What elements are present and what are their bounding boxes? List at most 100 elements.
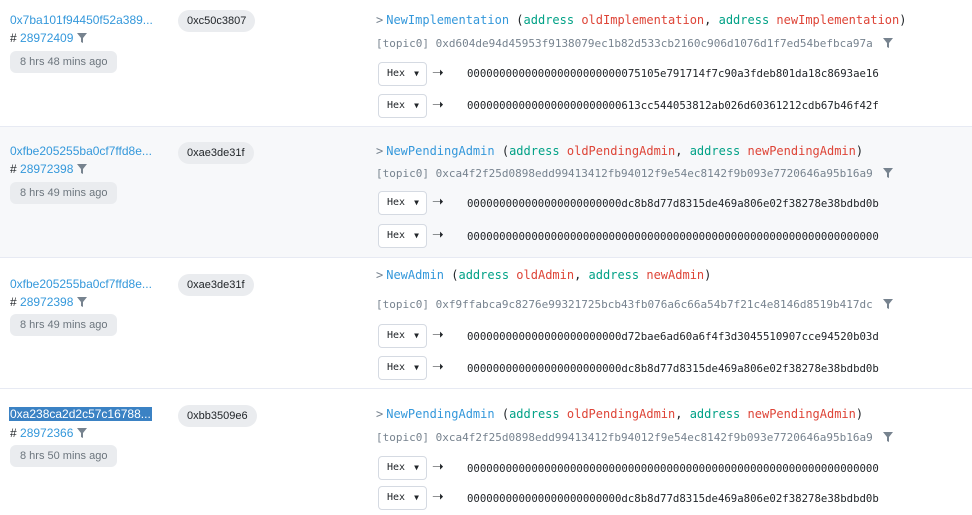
param-type: address xyxy=(718,13,770,27)
format-label: Hex xyxy=(387,462,406,473)
param-type: address xyxy=(523,13,575,27)
block-link[interactable]: 28972398 xyxy=(20,162,73,176)
age-badge: 8 hrs 49 mins ago xyxy=(10,182,118,204)
filter-icon[interactable] xyxy=(883,168,894,178)
format-label: Hex xyxy=(387,362,406,373)
block-link[interactable]: 28972366 xyxy=(20,426,73,440)
format-label: Hex xyxy=(387,230,406,241)
block-prefix: # xyxy=(10,162,21,176)
block-link[interactable]: 28972409 xyxy=(20,31,73,45)
chevron-down-icon: ▼ xyxy=(414,198,419,207)
filter-icon[interactable] xyxy=(883,38,894,48)
data-value: 000000000000000000000000dc8b8d77d8315de4… xyxy=(467,197,879,210)
event-name: NewPendingAdmin xyxy=(386,144,495,158)
topic-hash: 0xca4f2f25d0898edd99413412fb94012f9e54ec… xyxy=(435,167,873,180)
data-value: 000000000000000000000000d72bae6ad60a6f4f… xyxy=(467,330,879,343)
filter-icon[interactable] xyxy=(883,432,894,442)
param-name: oldPendingAdmin xyxy=(566,407,676,421)
log-entry: 0xa238ca2d2c57c16788... # 28972366 8 hrs… xyxy=(0,389,972,515)
log-entry: 0xfbe205255ba0cf7ffd8e... # 28972398 8 h… xyxy=(0,127,972,258)
tx-hash-link[interactable]: 0xa238ca2d2c57c16788... xyxy=(9,407,152,421)
method-badge: 0xae3de31f xyxy=(178,274,254,296)
age-badge: 8 hrs 49 mins ago xyxy=(10,314,118,336)
param-name: newAdmin xyxy=(646,268,705,282)
data-value: 0000000000000000000000000000000000000000… xyxy=(467,462,879,475)
format-select[interactable]: Hex ▼ xyxy=(378,191,427,215)
format-select[interactable]: Hex ▼ xyxy=(378,224,427,248)
chevron-down-icon: ▼ xyxy=(414,231,419,240)
event-name: NewImplementation xyxy=(386,13,510,27)
param-name: newPendingAdmin xyxy=(747,407,856,421)
event-signature: > NewAdmin (address oldAdmin, address new… xyxy=(376,268,712,282)
data-value: 000000000000000000000000613cc544053812ab… xyxy=(467,99,879,112)
data-value: 000000000000000000000000dc8b8d77d8315de4… xyxy=(467,492,879,505)
param-type: address xyxy=(689,144,741,158)
format-label: Hex xyxy=(387,100,406,111)
data-value: 000000000000000000000000075105e791714f7c… xyxy=(467,67,879,80)
topic-label: [topic0] xyxy=(376,167,429,180)
chevron-right-icon: > xyxy=(376,144,384,158)
tx-hash-link[interactable]: 0x7ba101f94450f52a389... xyxy=(10,13,153,27)
param-type: address xyxy=(509,407,560,421)
filter-icon[interactable] xyxy=(77,33,88,43)
topic-hash: 0xca4f2f25d0898edd99413412fb94012f9e54ec… xyxy=(435,431,873,444)
age-badge: 8 hrs 48 mins ago xyxy=(10,51,118,73)
event-signature: > NewImplementation (address oldImplement… xyxy=(376,13,907,27)
format-label: Hex xyxy=(387,197,406,208)
chevron-right-icon: > xyxy=(376,268,384,282)
chevron-down-icon: ▼ xyxy=(414,493,419,502)
topic-row: [topic0] 0xca4f2f25d0898edd99413412fb940… xyxy=(376,431,894,444)
chevron-right-icon: > xyxy=(376,13,384,27)
topic-label: [topic0] xyxy=(376,298,429,311)
topic-row: [topic0] 0xca4f2f25d0898edd99413412fb940… xyxy=(376,167,894,180)
chevron-right-icon: > xyxy=(376,407,384,421)
tx-hash-link[interactable]: 0xfbe205255ba0cf7ffd8e... xyxy=(10,144,152,158)
log-entry: 0xfbe205255ba0cf7ffd8e... # 28972398 8 h… xyxy=(0,258,972,389)
block-number: # 28972398 xyxy=(10,162,88,176)
format-select[interactable]: Hex ▼ xyxy=(378,486,427,510)
topic-hash: 0xf9ffabca9c8276e99321725bcb43fb076a6c66… xyxy=(435,298,873,311)
filter-icon[interactable] xyxy=(77,428,88,438)
arrow-right-icon: ➝ xyxy=(432,193,444,209)
format-select[interactable]: Hex ▼ xyxy=(378,94,427,118)
format-select[interactable]: Hex ▼ xyxy=(378,356,427,380)
chevron-down-icon: ▼ xyxy=(414,69,419,78)
chevron-down-icon: ▼ xyxy=(414,363,419,372)
format-select[interactable]: Hex ▼ xyxy=(378,324,427,348)
arrow-right-icon: ➝ xyxy=(432,326,444,342)
format-select[interactable]: Hex ▼ xyxy=(378,456,427,480)
filter-icon[interactable] xyxy=(77,297,88,307)
topic-row: [topic0] 0xf9ffabca9c8276e99321725bcb43f… xyxy=(376,298,894,311)
chevron-down-icon: ▼ xyxy=(414,101,419,110)
block-prefix: # xyxy=(10,426,21,440)
block-prefix: # xyxy=(10,295,21,309)
age-badge: 8 hrs 50 mins ago xyxy=(10,445,118,467)
topic-label: [topic0] xyxy=(376,431,429,444)
param-name: oldPendingAdmin xyxy=(566,144,676,158)
event-signature: > NewPendingAdmin (address oldPendingAdmi… xyxy=(376,407,864,421)
format-label: Hex xyxy=(387,492,406,503)
format-label: Hex xyxy=(387,330,406,341)
arrow-right-icon: ➝ xyxy=(432,488,444,504)
param-type: address xyxy=(689,407,741,421)
block-number: # 28972398 xyxy=(10,295,88,309)
format-select[interactable]: Hex ▼ xyxy=(378,62,427,86)
event-name: NewAdmin xyxy=(386,268,445,282)
data-value: 0000000000000000000000000000000000000000… xyxy=(467,230,879,243)
method-badge: 0xc50c3807 xyxy=(178,10,256,32)
param-name: oldAdmin xyxy=(516,268,575,282)
param-name: newImplementation xyxy=(776,13,900,27)
arrow-right-icon: ➝ xyxy=(432,358,444,374)
arrow-right-icon: ➝ xyxy=(432,458,444,474)
filter-icon[interactable] xyxy=(77,164,88,174)
data-value: 000000000000000000000000dc8b8d77d8315de4… xyxy=(467,362,879,375)
tx-hash-link[interactable]: 0xfbe205255ba0cf7ffd8e... xyxy=(10,277,152,291)
block-prefix: # xyxy=(10,31,21,45)
block-link[interactable]: 28972398 xyxy=(20,295,73,309)
topic-row: [topic0] 0xd604de94d45953f9138079ec1b82d… xyxy=(376,37,894,50)
filter-icon[interactable] xyxy=(883,299,894,309)
topic-hash: 0xd604de94d45953f9138079ec1b82d533cb2160… xyxy=(435,37,873,50)
chevron-down-icon: ▼ xyxy=(414,463,419,472)
method-badge: 0xae3de31f xyxy=(178,142,254,164)
param-type: address xyxy=(509,144,560,158)
